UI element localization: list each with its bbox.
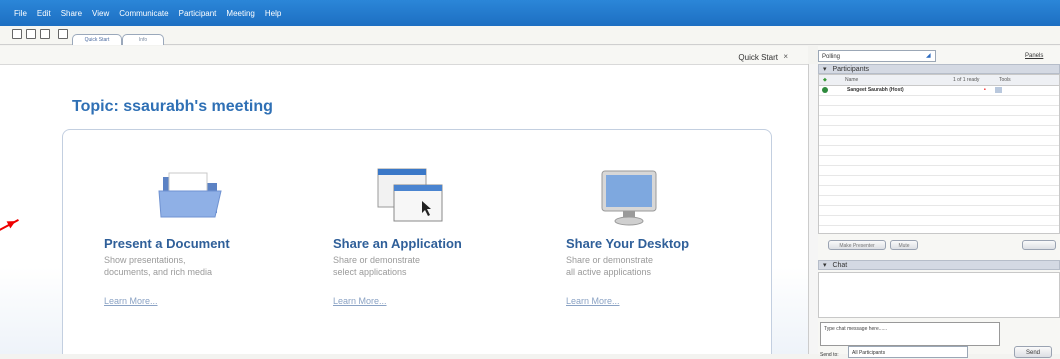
menu-edit[interactable]: Edit	[37, 9, 51, 18]
main-content: Topic: ssaurabh's meeting Present a Docu…	[0, 65, 808, 354]
close-icon[interactable]: ×	[783, 52, 788, 61]
option-description-line: Share or demonstrate	[333, 255, 421, 265]
learn-more-link[interactable]: Learn More...	[333, 296, 543, 306]
make-presenter-button[interactable]: Make Presenter	[828, 240, 886, 250]
add-participant-button[interactable]	[1022, 240, 1056, 250]
send-to-label: Send to:	[820, 352, 839, 358]
application-icon	[377, 168, 443, 222]
window-icon[interactable]	[40, 29, 50, 39]
option-title[interactable]: Share Your Desktop	[566, 236, 776, 251]
column-ready[interactable]: 1 of 1 ready	[953, 75, 979, 85]
collapse-icon[interactable]: ▾	[823, 262, 827, 269]
status-icon: ◆	[823, 77, 827, 83]
chat-message-input[interactable]: Type chat message here......	[820, 322, 1000, 346]
option-description-line: documents, and rich media	[104, 267, 213, 277]
column-name[interactable]: Name	[845, 75, 858, 85]
menu-view[interactable]: View	[92, 9, 109, 18]
column-tools[interactable]: Tools	[999, 75, 1011, 85]
menu-communicate[interactable]: Communicate	[119, 9, 168, 18]
right-panel: Polling ◢ Panels ▾ Participants ◆ Name 1…	[818, 46, 1060, 358]
ready-dot-icon: •	[984, 87, 986, 93]
option-description-line: all active applications	[566, 267, 652, 277]
send-to-dropdown[interactable]: All Participants	[848, 346, 968, 358]
dropdown-arrow-icon[interactable]: ◢	[926, 52, 931, 59]
chat-label: Chat	[832, 262, 848, 269]
tools-icon[interactable]	[995, 87, 1002, 93]
layout-icon[interactable]	[26, 29, 36, 39]
learn-more-link[interactable]: Learn More...	[104, 296, 314, 306]
menu-help[interactable]: Help	[265, 9, 281, 18]
polling-dropdown[interactable]: Polling	[818, 50, 936, 62]
desktop-monitor-icon	[601, 170, 657, 226]
learn-more-link[interactable]: Learn More...	[566, 296, 776, 306]
tab-quick-start[interactable]: Quick Start	[72, 34, 122, 45]
folder-icon	[158, 172, 222, 218]
menu-share[interactable]: Share	[61, 9, 82, 18]
option-description-line: Share or demonstrate	[566, 255, 654, 265]
collapse-icon[interactable]: ▾	[823, 66, 827, 73]
participants-panel-header: ▾ Participants	[818, 64, 1060, 74]
quick-start-strip: Quick Start ×	[0, 46, 808, 65]
participant-name: Sangeet Saurabh (Host)	[847, 87, 904, 93]
toolbar: Quick Start Info	[0, 26, 1060, 45]
send-button[interactable]: Send	[1014, 346, 1052, 358]
menu-participant[interactable]: Participant	[179, 9, 217, 18]
tab-info[interactable]: Info	[122, 34, 164, 45]
option-present-document[interactable]: Present a Document Show presentations, d…	[104, 236, 314, 306]
mute-button[interactable]: Mute	[890, 240, 918, 250]
option-share-application[interactable]: Share an Application Share or demonstrat…	[333, 236, 543, 306]
panels-button[interactable]: Panels	[1022, 50, 1060, 62]
option-description-line: select applications	[333, 267, 407, 277]
annotate-icon[interactable]	[58, 29, 68, 39]
page-title: Topic: ssaurabh's meeting	[72, 98, 273, 115]
menu-bar: File Edit Share View Communicate Partici…	[0, 0, 1060, 26]
quick-start-label: Quick Start	[738, 53, 778, 62]
chat-history	[818, 272, 1060, 318]
option-title[interactable]: Share an Application	[333, 236, 543, 251]
menu-file[interactable]: File	[14, 9, 27, 18]
option-description-line: Show presentations,	[104, 255, 186, 265]
host-status-icon	[822, 87, 828, 93]
new-document-icon[interactable]	[12, 29, 22, 39]
option-share-desktop[interactable]: Share Your Desktop Share or demonstrate …	[566, 236, 776, 306]
participant-row[interactable]: Sangeet Saurabh (Host) •	[819, 85, 1059, 95]
participants-label: Participants	[832, 66, 870, 73]
chat-panel-header: ▾ Chat	[818, 260, 1060, 270]
menu-meeting[interactable]: Meeting	[226, 9, 254, 18]
participants-grid: ◆ Name 1 of 1 ready Tools Sangeet Saurab…	[818, 74, 1060, 234]
option-title[interactable]: Present a Document	[104, 236, 314, 251]
